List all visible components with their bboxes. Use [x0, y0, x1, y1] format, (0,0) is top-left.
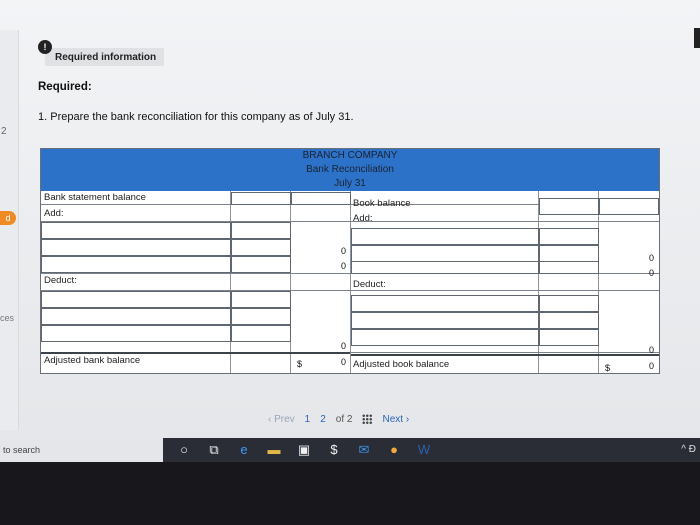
next-label: Next	[382, 413, 404, 425]
taskbar: to search ○ ⧉ e ▬ ▣ $ ✉ ● W ^ Ɖ	[0, 438, 700, 462]
bank-statement-balance-amount[interactable]	[231, 192, 291, 205]
bank-add-label: Add:	[44, 208, 64, 219]
column-divider	[290, 191, 291, 373]
bank-deduct-description-3[interactable]	[41, 325, 231, 342]
next-button[interactable]: Next ›	[382, 414, 409, 425]
book-deduct-label: Deduct:	[353, 279, 386, 290]
instruction-text: 1. Prepare the bank reconciliation for t…	[38, 111, 354, 123]
book-deduct-amount-1[interactable]	[539, 295, 599, 312]
app-icon[interactable]: ●	[386, 442, 402, 458]
book-deduct-description-3[interactable]	[351, 329, 539, 346]
bank-add-description-1[interactable]	[41, 222, 231, 239]
system-tray[interactable]: ^ Ɖ	[681, 444, 696, 455]
grid-icon[interactable]	[362, 414, 373, 424]
bank-deduct-amount-3[interactable]	[231, 325, 291, 342]
cortana-icon[interactable]: ○	[176, 442, 192, 458]
book-deduct-description-1[interactable]	[351, 295, 539, 312]
bank-deduct-amount-1[interactable]	[231, 291, 291, 308]
page-2-button[interactable]: 2	[320, 414, 326, 425]
book-add-description-3[interactable]	[351, 261, 539, 274]
monitor-bezel	[0, 462, 700, 525]
bank-reconciliation-table: BRANCH COMPANY Bank Reconciliation July …	[40, 148, 660, 374]
page-1-button[interactable]: 1	[305, 414, 311, 425]
book-add-amount-3[interactable]	[539, 261, 599, 274]
mail-icon[interactable]: ✉	[356, 442, 372, 458]
required-heading: Required:	[38, 81, 92, 93]
book-add-subtotal: 0	[649, 253, 655, 263]
left-panel: 2 d ces	[0, 30, 19, 430]
adjusted-bank-balance-value: 0	[341, 357, 347, 367]
bank-statement-balance-label: Bank statement balance	[44, 192, 146, 203]
step-number[interactable]: 2	[1, 126, 7, 137]
bank-add-description-3[interactable]	[41, 256, 231, 273]
book-balance-amount[interactable]	[539, 198, 599, 215]
bank-add-subtotal: 0	[341, 246, 347, 256]
book-add-description-2[interactable]	[351, 245, 539, 262]
scrollbar-thumb[interactable]	[694, 28, 700, 48]
bank-add-amount-3[interactable]	[231, 256, 291, 273]
book-add-amount-1[interactable]	[539, 228, 599, 245]
taskbar-search[interactable]: to search	[0, 438, 163, 462]
step-badge[interactable]: d	[0, 211, 16, 225]
prev-label: Prev	[274, 413, 295, 425]
bank-add-total: 0	[341, 261, 347, 271]
adjusted-bank-currency: $	[297, 359, 303, 369]
column-divider	[230, 191, 231, 373]
book-balance-label: Book balance	[353, 198, 411, 209]
statement-date: July 31	[334, 178, 366, 189]
bank-deduct-amount-2[interactable]	[231, 308, 291, 325]
prev-button[interactable]: ‹ Prev	[268, 414, 295, 425]
bank-add-amount-2[interactable]	[231, 239, 291, 256]
bank-deduct-description-2[interactable]	[41, 308, 231, 325]
table-header: BRANCH COMPANY Bank Reconciliation July …	[41, 149, 659, 191]
adjusted-book-balance-label: Adjusted book balance	[353, 359, 450, 370]
task-view-icon[interactable]: ⧉	[206, 442, 222, 458]
book-add-amount-2[interactable]	[539, 245, 599, 262]
bank-add-amount-1[interactable]	[231, 222, 291, 239]
store-icon[interactable]: ▣	[296, 442, 312, 458]
adjusted-bank-balance-label: Adjusted bank balance	[44, 355, 141, 366]
folder-icon[interactable]: ▬	[266, 442, 282, 458]
pagination: ‹ Prev 1 2 of 2 Next ›	[268, 409, 513, 429]
required-info-label: Required information	[55, 51, 157, 63]
adjusted-book-balance-value: 0	[649, 361, 655, 371]
book-add-total: 0	[649, 268, 655, 278]
bank-deduct-label: Deduct:	[44, 275, 77, 286]
adjusted-book-currency: $	[605, 363, 611, 373]
edge-icon[interactable]: e	[236, 442, 252, 458]
bank-deduct-description-1[interactable]	[41, 291, 231, 308]
app-window: 2 d ces Required information ! Required:…	[0, 0, 700, 438]
book-deduct-description-2[interactable]	[351, 312, 539, 329]
statement-title: Bank Reconciliation	[306, 164, 394, 175]
alert-icon: !	[38, 40, 52, 54]
book-add-label: Add:	[353, 213, 373, 224]
book-deduct-amount-3[interactable]	[539, 329, 599, 346]
bank-add-description-2[interactable]	[41, 239, 231, 256]
book-deduct-amount-2[interactable]	[539, 312, 599, 329]
page-count: of 2	[335, 413, 353, 425]
bank-statement-balance-total[interactable]	[291, 192, 351, 205]
money-icon[interactable]: $	[326, 442, 342, 458]
book-total-rule	[351, 354, 659, 356]
panel-label: ces	[0, 313, 15, 323]
book-add-description-1[interactable]	[351, 228, 539, 245]
company-name: BRANCH COMPANY	[302, 150, 398, 161]
bank-deduct-total: 0	[341, 341, 347, 351]
required-info-banner: Required information	[45, 48, 165, 66]
book-balance-total[interactable]	[599, 198, 659, 215]
word-icon[interactable]: W	[416, 442, 432, 458]
bank-total-rule	[41, 352, 350, 354]
